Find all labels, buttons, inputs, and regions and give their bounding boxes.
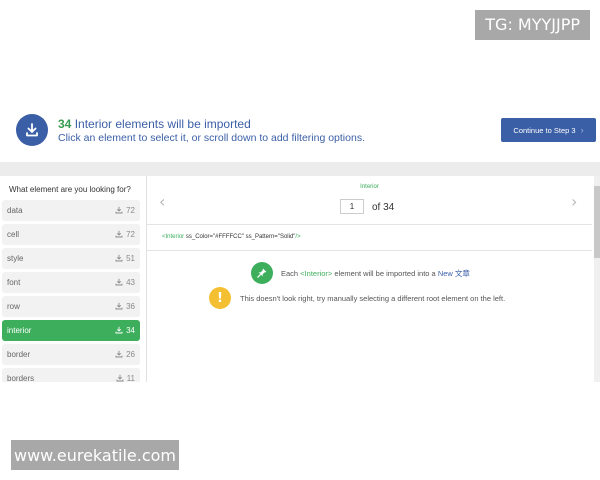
sidebar-item-label: cell (7, 230, 20, 239)
code-tag-open: <Interior (162, 234, 185, 240)
continue-to-step-3-button[interactable]: Continue to Step 3 › (501, 118, 596, 142)
sidebar-title: What element are you looking for? (9, 185, 131, 194)
import-download-icon (16, 114, 48, 146)
download-icon (115, 350, 123, 360)
element-sidebar: What element are you looking for? data 72… (0, 176, 147, 382)
info-prefix: Each (281, 268, 299, 278)
watermark-bottom: www.eurekatile.com (11, 440, 179, 470)
sidebar-item-cell[interactable]: cell 72 (2, 224, 140, 245)
panel-divider (147, 224, 592, 225)
code-tag-close: /> (295, 234, 301, 240)
sidebar-item-border[interactable]: border 26 (2, 344, 140, 365)
element-total-count: of 34 (372, 202, 395, 213)
scrollbar-thumb[interactable] (594, 186, 600, 258)
import-title-text: Interior elements will be imported (74, 117, 251, 131)
section-divider (0, 162, 600, 176)
watermark-top: TG: MYYJJPP (475, 10, 590, 40)
sidebar-count-value: 72 (126, 230, 135, 239)
sidebar-item-label: row (7, 302, 20, 311)
download-icon (115, 326, 123, 336)
sidebar-count-value: 34 (126, 326, 135, 335)
element-code-preview: <Interior ss_Color="#FFFFCC" ss_Pattern=… (162, 234, 301, 240)
sidebar-count-value: 43 (126, 278, 135, 287)
sidebar-item-count: 36 (115, 302, 135, 312)
download-icon (115, 302, 123, 312)
element-index-input[interactable] (340, 199, 364, 214)
sidebar-count-value: 72 (126, 206, 135, 215)
sidebar-item-count: 72 (115, 230, 135, 240)
import-count: 34 (58, 117, 72, 131)
import-summary-title: 34 Interior elements will be imported (58, 117, 251, 131)
info-middle-text: element will be imported into a (334, 268, 436, 278)
previous-element-arrow-icon[interactable]: ‹ (159, 192, 165, 211)
info-target-link[interactable]: New 文章 (438, 269, 470, 278)
sidebar-item-label: borders (7, 374, 35, 382)
download-icon (115, 278, 123, 288)
sidebar-item-label: font (7, 278, 21, 287)
download-icon (115, 230, 123, 240)
sidebar-item-count: 11 (116, 374, 135, 383)
pin-icon (251, 262, 273, 284)
info-element-tag: <Interior> (300, 268, 333, 278)
sidebar-item-label: data (7, 206, 23, 215)
chevron-right-icon: › (580, 125, 584, 135)
sidebar-item-interior[interactable]: interior 34 (2, 320, 140, 341)
import-info-message: Each <Interior> element will be imported… (251, 262, 470, 284)
download-icon (115, 206, 123, 216)
import-summary-subtitle: Click an element to select it, or scroll… (58, 132, 365, 144)
sidebar-count-value: 51 (126, 254, 135, 263)
sidebar-item-data[interactable]: data 72 (2, 200, 140, 221)
continue-button-label: Continue to Step 3 (513, 125, 576, 135)
sidebar-count-value: 26 (126, 350, 135, 359)
sidebar-count-value: 36 (126, 302, 135, 311)
element-preview-panel: Interior ‹ of 34 › <Interior ss_Color="#… (147, 176, 600, 382)
warning-message: ! This doesn't look right, try manually … (209, 287, 505, 309)
sidebar-item-count: 72 (115, 206, 135, 216)
next-element-arrow-icon[interactable]: › (571, 192, 577, 211)
panel-divider (147, 250, 592, 251)
sidebar-item-count: 43 (115, 278, 135, 288)
sidebar-item-borders[interactable]: borders 11 (2, 368, 140, 382)
sidebar-item-count: 51 (115, 254, 135, 264)
sidebar-item-count: 34 (115, 326, 135, 336)
panel-scrollbar[interactable] (594, 176, 600, 382)
warning-icon: ! (209, 287, 231, 309)
code-attributes: ss_Color="#FFFFCC" ss_Pattern="Solid" (184, 234, 296, 240)
sidebar-item-label: interior (7, 326, 32, 335)
warning-text: This doesn't look right, try manually se… (240, 293, 506, 303)
sidebar-item-style[interactable]: style 51 (2, 248, 140, 269)
sidebar-item-label: border (7, 350, 31, 359)
download-icon (116, 374, 124, 383)
sidebar-count-value: 11 (126, 374, 135, 382)
sidebar-item-row[interactable]: row 36 (2, 296, 140, 317)
download-icon (115, 254, 123, 264)
sidebar-item-font[interactable]: font 43 (2, 272, 140, 293)
element-name-label: Interior (360, 184, 379, 190)
sidebar-item-label: style (7, 254, 24, 263)
import-summary-header: 34 Interior elements will be imported Cl… (0, 108, 600, 156)
sidebar-item-count: 26 (115, 350, 135, 360)
